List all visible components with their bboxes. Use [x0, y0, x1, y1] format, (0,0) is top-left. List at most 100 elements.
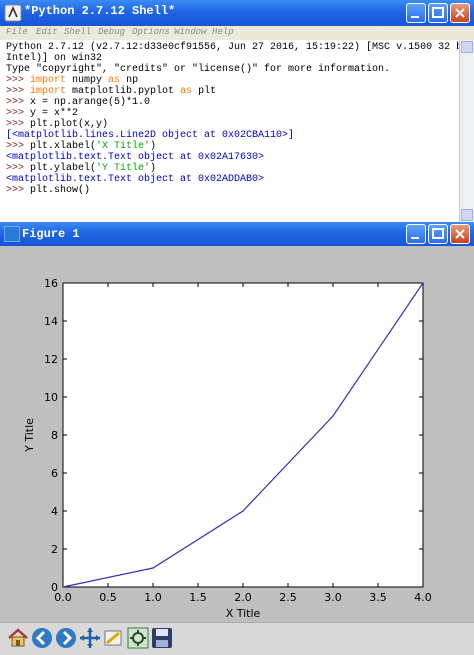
shell-line: >>> plt.show()	[6, 185, 90, 196]
x-tick-label: 3.0	[324, 591, 342, 604]
figure-window: Figure 1 0.0 0.5 1.0 1.5 2.0 2.5 3.0 3.5 4.0 0 2 4 6…	[0, 222, 474, 655]
minimize-icon	[411, 237, 419, 239]
forward-icon[interactable]	[54, 626, 78, 650]
configure-subplots-icon[interactable]	[126, 626, 150, 650]
y-tick-label: 6	[51, 467, 58, 480]
maximize-icon	[432, 7, 444, 18]
shell-line: Intel)] on win32	[6, 53, 103, 64]
figure-title: Figure 1	[22, 227, 80, 241]
shell-output: <matplotlib.text.Text object at 0x02A176…	[6, 152, 265, 163]
prompt: >>>	[6, 163, 31, 174]
keyword: as	[108, 75, 121, 86]
close-button[interactable]	[450, 224, 470, 244]
menu-options[interactable]: Options	[132, 27, 170, 37]
prompt: >>>	[6, 86, 31, 97]
scroll-down-icon[interactable]	[461, 209, 473, 221]
menu-file[interactable]: File	[6, 27, 28, 37]
menu-debug[interactable]: Debug	[98, 27, 125, 37]
code: plt.show()	[30, 185, 91, 196]
shell-line: >>> import matplotlib.pyplot as plt	[6, 86, 216, 97]
keyword: import	[30, 86, 67, 97]
y-tick-label: 4	[51, 505, 58, 518]
prompt: >>>	[6, 119, 31, 130]
shell-vertical-scrollbar[interactable]	[459, 40, 474, 222]
scroll-up-icon[interactable]	[461, 41, 473, 53]
shell-line: Python 2.7.12 (v2.7.12:d33e0cf91556, Jun…	[6, 42, 474, 53]
prompt: >>>	[6, 97, 31, 108]
keyword: as	[180, 86, 193, 97]
string-literal: 'Y Title'	[96, 163, 151, 174]
menu-edit[interactable]: Edit	[36, 27, 58, 37]
figure-app-icon	[4, 226, 20, 242]
y-tick-label: 10	[44, 391, 58, 404]
pan-icon[interactable]	[78, 626, 102, 650]
menu-shell[interactable]: Shell	[64, 27, 91, 37]
code: y = x**2	[30, 108, 79, 119]
maximize-button[interactable]	[428, 3, 448, 23]
y-tick-label: 14	[44, 315, 58, 328]
zoom-icon[interactable]	[102, 626, 126, 650]
x-tick-label: 3.5	[369, 591, 387, 604]
code: plt.ylabel(	[30, 163, 97, 174]
y-tick-label: 0	[51, 581, 58, 594]
maximize-icon	[432, 228, 444, 239]
code: plt.plot(x,y)	[30, 119, 109, 130]
menu-help[interactable]: Help	[212, 27, 234, 37]
plot-area	[62, 282, 424, 588]
x-tick-label: 1.0	[144, 591, 162, 604]
shell-output: [<matplotlib.lines.Line2D object at 0x02…	[6, 130, 295, 141]
keyword: import	[30, 75, 67, 86]
minimize-icon	[411, 16, 419, 18]
y-tick-label: 2	[51, 543, 58, 556]
python-idle-icon	[4, 4, 22, 22]
close-button[interactable]	[450, 3, 470, 23]
y-tick-label: 8	[51, 429, 58, 442]
menubar: File Edit Shell Debug Options Window Hel…	[0, 26, 474, 40]
code: matplotlib.pyplot	[66, 86, 181, 97]
back-icon[interactable]	[30, 626, 54, 650]
shell-line: >>> y = x**2	[6, 108, 78, 119]
menu-window[interactable]: Window	[174, 27, 206, 37]
minimize-button[interactable]	[406, 3, 426, 23]
shell-line: >>> plt.xlabel('X Title')	[6, 141, 156, 152]
home-icon[interactable]	[6, 626, 30, 650]
code: np	[120, 75, 139, 86]
x-axis-label: X Title	[226, 607, 261, 620]
y-axis-label: Y Title	[23, 418, 36, 453]
x-tick-label: 2.5	[279, 591, 297, 604]
code: )	[150, 163, 157, 174]
shell-line: >>> x = np.arange(5)*1.0	[6, 97, 150, 108]
y-tick-label: 12	[44, 353, 58, 366]
prompt: >>>	[6, 185, 31, 196]
shell-title: *Python 2.7.12 Shell*	[24, 4, 176, 18]
prompt: >>>	[6, 75, 31, 86]
string-literal: 'X Title'	[96, 141, 151, 152]
minimize-button[interactable]	[406, 224, 426, 244]
close-icon	[455, 229, 465, 239]
code: numpy	[66, 75, 109, 86]
line-chart: 0.0 0.5 1.0 1.5 2.0 2.5 3.0 3.5 4.00246810121416…	[23, 277, 432, 620]
x-tick-label: 0.5	[99, 591, 117, 604]
figure-canvas[interactable]: 0.0 0.5 1.0 1.5 2.0 2.5 3.0 3.5 4.0 0 2 4 6 8 10 12 14 16…	[6, 246, 468, 620]
code: )	[150, 141, 157, 152]
python-shell-window: *Python 2.7.12 Shell* File Edit Shell De…	[0, 0, 474, 222]
code: plt	[192, 86, 217, 97]
shell-text-area[interactable]: Python 2.7.12 (v2.7.12:d33e0cf91556, Jun…	[0, 40, 474, 222]
x-tick-label: 4.0	[414, 591, 432, 604]
shell-line: >>> plt.plot(x,y)	[6, 119, 108, 130]
figure-titlebar[interactable]: Figure 1	[0, 222, 474, 246]
save-icon[interactable]	[150, 626, 174, 650]
prompt: >>>	[6, 141, 31, 152]
shell-line: >>> import numpy as np	[6, 75, 138, 86]
shell-titlebar[interactable]: *Python 2.7.12 Shell*	[0, 0, 474, 27]
x-tick-label: 2.0	[234, 591, 252, 604]
maximize-button[interactable]	[428, 224, 448, 244]
prompt: >>>	[6, 108, 31, 119]
y-tick-label: 16	[44, 277, 58, 290]
shell-output: <matplotlib.text.Text object at 0x02ADDA…	[6, 174, 265, 185]
code: x = np.arange(5)*1.0	[30, 97, 151, 108]
close-icon	[455, 8, 465, 18]
navigation-toolbar	[0, 622, 474, 655]
code: plt.xlabel(	[30, 141, 97, 152]
shell-line: >>> plt.ylabel('Y Title')	[6, 163, 156, 174]
